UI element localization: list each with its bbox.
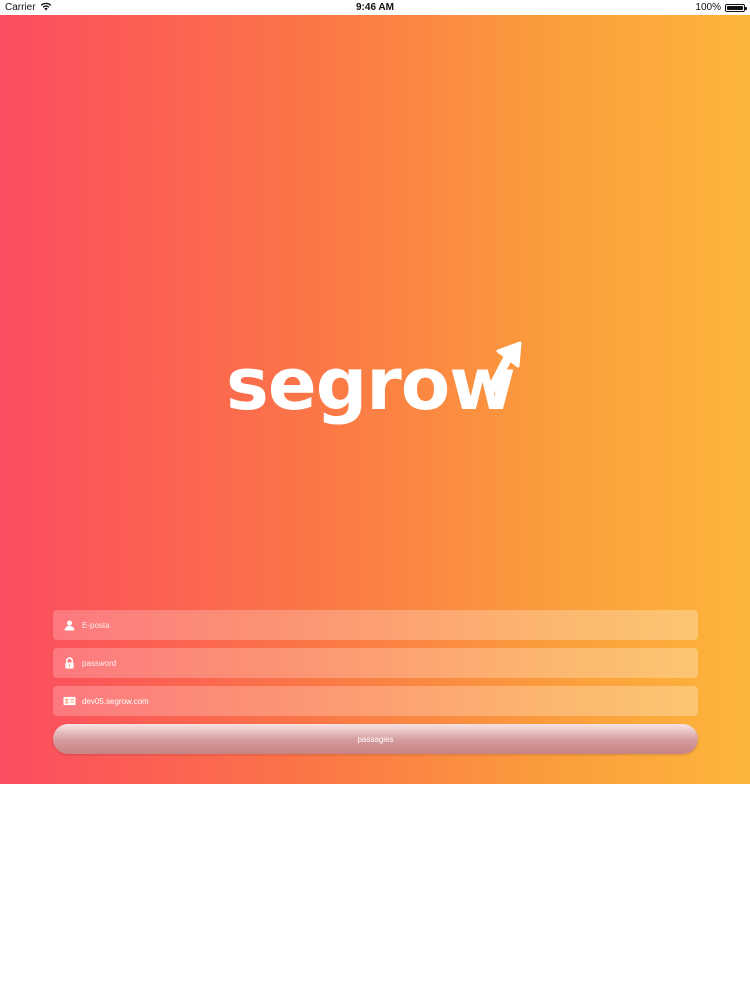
domain-input[interactable] bbox=[82, 696, 698, 706]
battery-icon bbox=[725, 3, 747, 12]
domain-field[interactable] bbox=[53, 686, 698, 716]
logo-text: segrow bbox=[226, 342, 516, 426]
status-right: 100% bbox=[545, 2, 747, 13]
battery-percent: 100% bbox=[695, 2, 721, 13]
growth-arrow-icon bbox=[485, 341, 522, 396]
lock-icon bbox=[62, 656, 76, 670]
status-time: 9:46 AM bbox=[356, 2, 394, 13]
id-card-icon bbox=[62, 694, 76, 708]
status-bar: Carrier 9:46 AM 100% bbox=[0, 0, 750, 15]
password-input[interactable] bbox=[82, 658, 698, 668]
login-button[interactable]: passagies bbox=[53, 724, 698, 754]
status-left: Carrier bbox=[5, 2, 205, 14]
user-icon bbox=[62, 618, 76, 632]
carrier-label: Carrier bbox=[5, 2, 36, 13]
email-field[interactable] bbox=[53, 610, 698, 640]
segrow-logo: segrow bbox=[226, 336, 526, 446]
password-field[interactable] bbox=[53, 648, 698, 678]
email-input[interactable] bbox=[82, 620, 698, 630]
battery-fill bbox=[727, 5, 743, 10]
wifi-icon bbox=[40, 2, 52, 14]
